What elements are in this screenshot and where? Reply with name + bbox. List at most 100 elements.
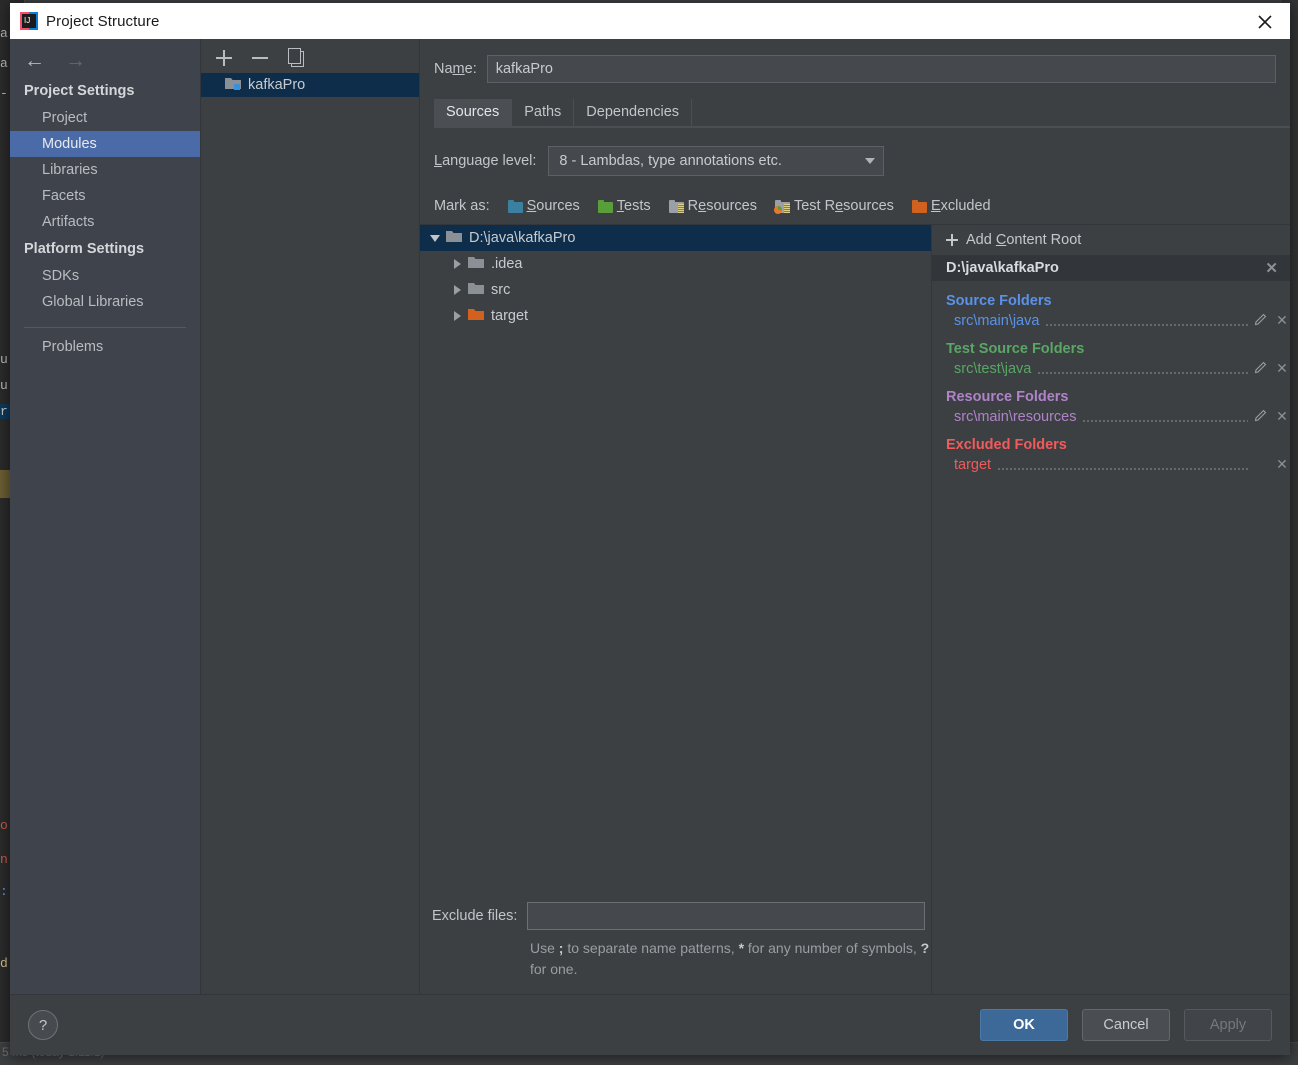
dotted-leader (997, 458, 1248, 471)
modules-column: kafkaPro (201, 39, 420, 994)
exclude-files-block: Exclude files: Use ; to separate name pa… (420, 902, 931, 994)
content-tree-pane: D:\java\kafkaPro .idea src target Exclud… (420, 225, 932, 994)
dialog-footer: ? OK Cancel Apply (10, 994, 1290, 1055)
category-excluded-folders: Excluded Folders target ✕ (932, 425, 1290, 473)
arrow-left-icon[interactable]: ← (24, 50, 45, 71)
chevron-right-icon[interactable] (446, 259, 468, 269)
tree-row[interactable]: .idea (420, 251, 931, 277)
sidebar-item-global-libraries[interactable]: Global Libraries (10, 289, 200, 315)
tree-row[interactable]: target (420, 303, 931, 329)
mark-as-resources-button[interactable]: Resources (668, 198, 757, 214)
tab-dependencies[interactable]: Dependencies (574, 99, 693, 126)
category-title: Excluded Folders (946, 437, 1067, 453)
folder-entry[interactable]: src\main\resources ✕ (946, 408, 1290, 425)
category-source-folders: Source Folders src\main\java ✕ (932, 281, 1290, 329)
category-test-source-folders: Test Source Folders src\test\java ✕ (932, 329, 1290, 377)
content-split: D:\java\kafkaPro .idea src target Exclud… (420, 224, 1290, 994)
dialog-titlebar: IJ Project Structure (10, 3, 1290, 39)
ok-button[interactable]: OK (980, 1009, 1068, 1041)
copy-module-button[interactable] (285, 47, 307, 69)
sidebar-divider (24, 327, 186, 328)
chevron-right-icon[interactable] (446, 285, 468, 295)
tree-row[interactable]: D:\java\kafkaPro (420, 225, 931, 251)
mark-as-test-resources-button[interactable]: Test Resources (773, 198, 894, 214)
cancel-button[interactable]: Cancel (1082, 1009, 1170, 1041)
sidebar-item-libraries[interactable]: Libraries (10, 157, 200, 183)
language-level-select[interactable]: 8 - Lambdas, type annotations etc. (548, 146, 885, 176)
folder-entry[interactable]: src\main\java ✕ (946, 312, 1290, 329)
content-root-path: D:\java\kafkaPro (946, 260, 1059, 276)
exclude-files-input[interactable] (527, 902, 926, 930)
tab-sources[interactable]: Sources (434, 99, 513, 126)
folder-entry-path: src\main\java (954, 312, 1040, 329)
module-list-item[interactable]: kafkaPro (201, 73, 419, 97)
exclude-files-hint: Use ; to separate name patterns, * for a… (530, 940, 930, 977)
category-title: Test Source Folders (946, 341, 1085, 357)
sidebar-item-modules[interactable]: Modules (10, 131, 200, 157)
add-module-button[interactable] (213, 47, 235, 69)
tree-row[interactable]: src (420, 277, 931, 303)
sidebar-group-project-settings: Project Settings (24, 83, 135, 99)
mark-as-label: Mark as: (434, 198, 490, 214)
sidebar-item-problems[interactable]: Problems (10, 334, 200, 360)
language-level-value: 8 - Lambdas, type annotations etc. (559, 153, 782, 169)
remove-module-button[interactable] (249, 47, 271, 69)
close-icon[interactable]: ✕ (1274, 312, 1290, 329)
folder-icon (446, 230, 462, 247)
dialog-actions: OK Cancel Apply (980, 1009, 1272, 1041)
apply-button[interactable]: Apply (1184, 1009, 1272, 1041)
dotted-leader (1037, 362, 1248, 375)
dotted-leader (1082, 410, 1248, 423)
content-tree: D:\java\kafkaPro .idea src target (420, 225, 931, 902)
category-resource-folders: Resource Folders src\main\resources ✕ (932, 377, 1290, 425)
chevron-right-icon[interactable] (446, 311, 468, 321)
sidebar-item-facets[interactable]: Facets (10, 183, 200, 209)
mark-as-tests-button[interactable]: Tests (597, 198, 651, 214)
intellij-idea-icon: IJ (20, 12, 38, 30)
modules-list: kafkaPro (201, 73, 419, 994)
module-name-row: Name: (420, 39, 1290, 83)
chevron-down-icon[interactable] (424, 234, 446, 242)
content-root-details-pane: Add Content Root D:\java\kafkaPro ✕ Sour… (932, 225, 1290, 994)
folder-entry[interactable]: target ✕ (946, 456, 1290, 473)
pencil-icon[interactable] (1254, 361, 1268, 377)
sidebar-item-sdks[interactable]: SDKs (10, 263, 200, 289)
folder-excluded-icon (911, 199, 927, 213)
folder-entry[interactable]: src\test\java ✕ (946, 360, 1290, 377)
tab-paths[interactable]: Paths (512, 99, 575, 126)
folder-resources-icon (668, 199, 684, 213)
remove-content-root-icon[interactable]: ✕ (1265, 261, 1278, 276)
folder-entry-path: src\test\java (954, 360, 1032, 377)
folder-entry-path: src\main\resources (954, 408, 1077, 425)
dialog-title: Project Structure (46, 12, 160, 30)
project-structure-dialog: IJ Project Structure ← → Project Setting… (10, 3, 1290, 1055)
close-icon[interactable]: ✕ (1274, 408, 1290, 425)
close-icon[interactable]: ✕ (1274, 360, 1290, 377)
exclude-files-label: Exclude files: (432, 908, 518, 924)
add-content-root-button[interactable]: Add Content Root (932, 225, 1290, 255)
exclude-files-row: Exclude files: (420, 902, 931, 930)
category-title: Resource Folders (946, 389, 1069, 405)
sidebar-item-project[interactable]: Project (10, 105, 200, 131)
content-root-header: D:\java\kafkaPro ✕ (932, 255, 1290, 281)
close-icon[interactable]: ✕ (1274, 456, 1290, 473)
dotted-leader (1045, 314, 1248, 327)
module-editor-pane: Name: Sources Paths Dependencies Languag… (420, 39, 1290, 994)
chevron-down-icon (865, 158, 876, 164)
tree-row-label: D:\java\kafkaPro (469, 230, 576, 246)
mark-as-sources-button[interactable]: Sources (507, 198, 580, 214)
modules-toolbar (201, 39, 419, 73)
close-icon[interactable] (1254, 11, 1276, 33)
mark-as-excluded-button[interactable]: Excluded (911, 198, 991, 214)
tree-row-label: target (491, 308, 529, 324)
pencil-icon[interactable] (1254, 409, 1268, 425)
folder-icon (468, 256, 484, 273)
settings-sidebar: ← → Project Settings Project Modules Lib… (10, 39, 201, 994)
module-name: kafkaPro (248, 77, 306, 93)
module-name-input[interactable] (486, 55, 1276, 83)
sidebar-item-artifacts[interactable]: Artifacts (10, 209, 200, 235)
module-name-label: Name: (434, 61, 477, 77)
help-button[interactable]: ? (28, 1010, 58, 1040)
arrow-right-icon[interactable]: → (65, 50, 86, 71)
pencil-icon[interactable] (1254, 313, 1268, 329)
